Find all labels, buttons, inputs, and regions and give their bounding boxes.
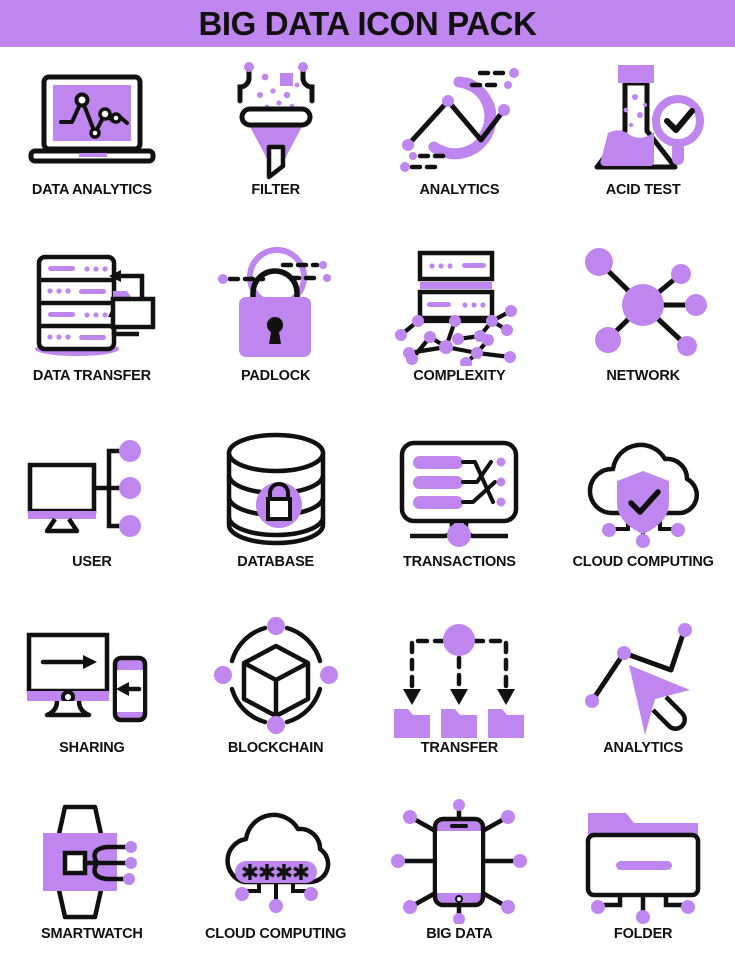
icon-cell-data-analytics[interactable]: DATA ANALYTICS <box>0 47 184 233</box>
flask-magnifier-check-icon <box>594 65 705 170</box>
smartwatch-icon <box>42 804 137 920</box>
icon-cell-database[interactable]: DATABASE <box>184 419 368 605</box>
icon-label: SHARING <box>59 740 125 756</box>
svg-text:✱: ✱ <box>240 861 258 886</box>
icon-cell-cloud-computing-password[interactable]: ✱ ✱ ✱ ✱ CLOUD COMPUTING <box>184 791 368 977</box>
icon-cell-user[interactable]: USER <box>0 419 184 605</box>
icon-cell-cloud-computing-shield[interactable]: CLOUD COMPUTING <box>551 419 735 605</box>
icon-label: CLOUD COMPUTING <box>205 926 347 942</box>
donut-ring-line-chart-icon <box>400 68 520 172</box>
database-cylinder-lock-icon <box>226 432 325 546</box>
icon-cell-big-data[interactable]: BIG DATA <box>368 791 552 977</box>
icon-label: TRANSFER <box>420 740 499 756</box>
icon-cell-folder[interactable]: FOLDER <box>551 791 735 977</box>
padlock-icon <box>217 247 331 357</box>
icon-label: ANALYTICS <box>603 740 684 756</box>
icon-label: DATA ANALYTICS <box>31 182 152 198</box>
cloud-password-icon: ✱ ✱ ✱ ✱ <box>224 812 330 913</box>
header-banner: BIG DATA ICON PACK <box>0 0 735 47</box>
icon-label: NETWORK <box>606 368 680 384</box>
page-title: BIG DATA ICON PACK <box>198 4 537 42</box>
icon-label: TRANSACTIONS <box>402 554 516 570</box>
icon-label: CLOUD COMPUTING <box>572 554 714 570</box>
svg-text:✱: ✱ <box>291 861 309 886</box>
icon-cell-padlock[interactable]: PADLOCK <box>184 233 368 419</box>
icon-cell-network[interactable]: NETWORK <box>551 233 735 419</box>
icon-label: FOLDER <box>613 926 673 942</box>
cursor-line-chart-icon <box>585 623 693 735</box>
svg-text:✱: ✱ <box>274 861 292 886</box>
icon-cell-analytics-cursor[interactable]: ANALYTICS <box>551 605 735 791</box>
icon-cell-transactions[interactable]: TRANSACTIONS <box>368 419 552 605</box>
icon-label: USER <box>72 554 112 570</box>
monitor-phone-arrows-icon <box>26 632 148 723</box>
hub-nodes-icon <box>585 248 708 356</box>
monitor-nodes-icon <box>27 440 141 537</box>
icon-cell-acid-test[interactable]: ACID TEST <box>551 47 735 233</box>
icon-label: PADLOCK <box>241 368 311 384</box>
icon-cell-blockchain[interactable]: BLOCKCHAIN <box>184 605 368 791</box>
icon-label: BIG DATA <box>426 926 493 942</box>
cloud-shield-check-icon <box>587 442 700 548</box>
servers-node-web-icon <box>395 250 518 366</box>
icon-cell-data-transfer[interactable]: DATA TRANSFER <box>0 233 184 419</box>
phone-radiating-nodes-icon <box>391 799 528 924</box>
icon-cell-filter[interactable]: FILTER <box>184 47 368 233</box>
icon-cell-analytics[interactable]: ANALYTICS <box>368 47 552 233</box>
icon-label: FILTER <box>251 182 300 198</box>
icon-label: ACID TEST <box>605 182 681 198</box>
icon-grid: DATA ANALYTICS FILTER ANALYTICS ACID TES… <box>0 47 735 977</box>
laptop-line-chart-icon <box>28 74 156 164</box>
icon-pack-sheet: BIG DATA ICON PACK DATA ANALYTICS FILTER… <box>0 0 735 980</box>
cube-orbit-nodes-icon <box>213 617 338 734</box>
panel-crossing-wires-icon <box>400 440 519 547</box>
icon-cell-smartwatch[interactable]: SMARTWATCH <box>0 791 184 977</box>
server-rack-folder-arrows-icon <box>34 254 156 356</box>
node-dashed-arrows-folders-icon <box>394 624 525 738</box>
icon-label: COMPLEXITY <box>413 368 506 384</box>
funnel-filter-icon <box>237 62 315 180</box>
icon-cell-sharing[interactable]: SHARING <box>0 605 184 791</box>
svg-text:✱: ✱ <box>257 861 275 886</box>
folder-connectors-icon <box>585 813 701 924</box>
icon-label: ANALYTICS <box>419 182 500 198</box>
icon-cell-transfer[interactable]: TRANSFER <box>368 605 552 791</box>
icon-cell-complexity[interactable]: COMPLEXITY <box>368 233 552 419</box>
icon-label: BLOCKCHAIN <box>227 740 324 756</box>
icon-label: SMARTWATCH <box>41 926 143 942</box>
icon-label: DATA TRANSFER <box>32 368 151 384</box>
icon-label: DATABASE <box>237 554 315 570</box>
